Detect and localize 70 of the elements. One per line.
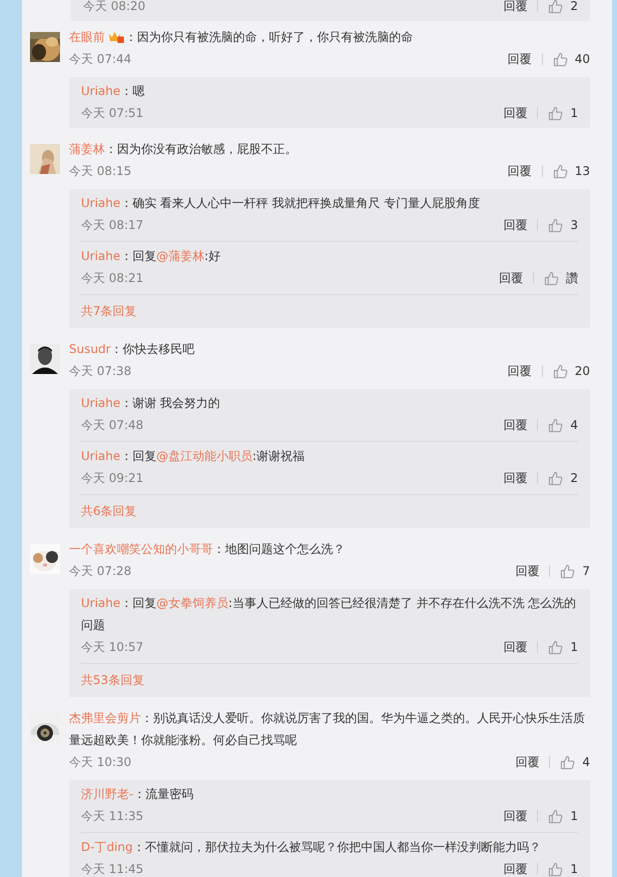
reply-button[interactable]: 回覆 <box>499 270 523 286</box>
timestamp: 今天 07:44 <box>69 50 132 68</box>
reply-text: D-丁ding：不懂就问，那伏拉夫为什么被骂呢？你把中国人都当你一样没判断能力吗？ <box>81 839 542 856</box>
thumbs-up-icon <box>552 164 568 178</box>
thumbs-up-icon <box>560 564 576 578</box>
comment-text: 杰弗里会剪片：别说真话没人爱听。你就说厉害了我的国。华为牛逼之类的。人民开心快乐生活质量远超欧美！你就能涨粉。何必自己找骂呢 <box>69 710 586 749</box>
like-button[interactable]: 1 <box>548 808 578 824</box>
timestamp: 今天 07:48 <box>81 416 144 434</box>
comment-text: 一个喜欢嘲笑公知的小哥哥：地图问题这个怎么洗？ <box>69 541 346 558</box>
reply-button[interactable]: 回覆 <box>503 860 528 877</box>
thumbs-up-icon <box>548 808 564 824</box>
comment-text: Susudr：你快去移民吧 <box>69 341 196 358</box>
reply-text: Uriahe：嗯 <box>81 83 146 100</box>
like-button[interactable]: 4 <box>560 754 590 770</box>
timestamp: 今天 11:45 <box>81 860 144 877</box>
reply-text: Uriahe：谢谢 我会努力的 <box>81 395 222 412</box>
crown-badge-icon <box>108 30 125 43</box>
like-button[interactable]: 7 <box>560 564 590 578</box>
reply-button[interactable]: 回覆 <box>515 754 540 770</box>
thumbs-up-icon <box>548 418 564 432</box>
like-button[interactable]: 13 <box>552 164 590 178</box>
like-button[interactable]: 4 <box>548 418 578 432</box>
reply-button[interactable]: 回覆 <box>503 216 528 234</box>
thumbs-up-icon <box>548 0 564 14</box>
timestamp: 今天 07:28 <box>69 562 132 580</box>
reply-text: Uriahe：确实 看来人人心中一杆秤 我就把秤换成量角尺 专门量人屁股角度 <box>81 195 481 212</box>
reply-button[interactable]: 回覆 <box>515 562 540 580</box>
thumbs-up-icon <box>548 862 564 876</box>
like-button[interactable]: 3 <box>548 218 578 232</box>
like-button[interactable]: 2 <box>548 470 578 486</box>
like-button[interactable]: 1 <box>548 640 578 654</box>
reply-button[interactable]: 回覆 <box>503 638 528 656</box>
reply-text: Uriahe：回复@女拳饲养员:当事人已经做的回答已经很清楚了 并不存在什么洗不洗 怎么洗的问题 <box>81 595 578 634</box>
reply-button[interactable]: 回覆 <box>503 470 528 486</box>
thumbs-up-icon <box>552 364 568 378</box>
timestamp: 今天 10:57 <box>81 638 144 656</box>
thumbs-up-icon <box>548 106 564 120</box>
timestamp: 今天 10:30 <box>69 754 132 770</box>
reply-button[interactable]: 回覆 <box>508 162 532 180</box>
like-button[interactable]: 20 <box>552 364 590 378</box>
reply-button[interactable]: 回覆 <box>508 362 532 380</box>
reply-button[interactable]: 回覆 <box>503 104 528 122</box>
like-button[interactable]: 40 <box>552 52 590 66</box>
timestamp: 今天 08:17 <box>81 216 144 234</box>
like-button[interactable]: 2 <box>548 0 578 14</box>
like-button[interactable]: 讚 <box>544 270 578 286</box>
thumbs-up-icon <box>560 754 576 770</box>
reply-button[interactable]: 回覆 <box>503 808 528 824</box>
timestamp: 今天 07:38 <box>69 362 132 380</box>
timestamp: 今天 11:35 <box>81 808 144 824</box>
thumbs-up-icon <box>548 218 564 232</box>
timestamp: 今天 08:20 <box>83 0 146 14</box>
reply-button[interactable]: 回覆 <box>503 0 528 14</box>
timestamp: 今天 08:15 <box>69 162 132 180</box>
thumbs-up-icon <box>552 52 568 66</box>
reply-button[interactable]: 回覆 <box>508 50 532 68</box>
timestamp: 今天 07:51 <box>81 104 144 122</box>
comment-text: 在眼前 ：因为你只有被洗脑的命，听好了，你只有被洗脑的命 <box>69 29 414 46</box>
timestamp: 今天 09:21 <box>81 470 144 486</box>
thumbs-up-icon <box>548 470 564 486</box>
reply-button[interactable]: 回覆 <box>503 416 528 434</box>
like-button[interactable]: 1 <box>548 106 578 120</box>
comment-text: 蒲姜林：因为你没有政治敏感，屁股不正。 <box>69 141 298 158</box>
reply-text: Uriahe：回复@盘江动能小职员:谢谢祝福 <box>81 448 306 465</box>
timestamp: 今天 08:21 <box>81 270 144 286</box>
thumbs-up-icon <box>544 270 559 286</box>
reply-text: 济川野老-：流量密码 <box>81 786 194 803</box>
reply-text: Uriahe：回复@蒲姜林:好 <box>81 248 222 265</box>
thumbs-up-icon <box>548 640 564 654</box>
like-button[interactable]: 1 <box>548 862 578 876</box>
